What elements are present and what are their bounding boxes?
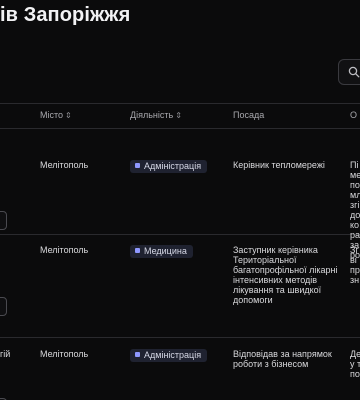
description-cell: Зг ві пр зн (350, 245, 360, 285)
sort-icon[interactable]: ⇕ (65, 111, 72, 120)
activity-badge: Адміністрація (130, 349, 208, 362)
position-cell: Заступник керівника Територіальної багат… (233, 245, 338, 305)
column-header-position: Посада (233, 110, 264, 120)
search-input[interactable] (338, 59, 360, 85)
city-cell: Мелітополь (40, 349, 89, 359)
activity-badge: Медицина (130, 245, 193, 258)
table-header: Місто ⇕ Діяльність ⇕ Посада О (0, 103, 360, 129)
activity-badge-label: Медицина (144, 246, 187, 256)
badge-dot-icon (135, 352, 140, 357)
sort-icon[interactable]: ⇕ (175, 111, 182, 120)
table-row: гій Мелітополь Адміністрація Відповідав … (0, 338, 360, 400)
activity-badge: Адміністрація (130, 160, 208, 173)
page-title: ів Запоріжжя (0, 4, 131, 26)
name-cell: гій (0, 349, 11, 359)
badge-dot-icon (135, 163, 140, 168)
column-header-activity-label: Діяльність (130, 110, 174, 120)
activity-badge-label: Адміністрація (144, 350, 202, 360)
position-cell: Керівник тепломережі (233, 160, 325, 170)
table-row: Мелітополь Адміністрація Керівник теплом… (0, 129, 360, 260)
column-header-description-label: О (350, 110, 358, 120)
city-cell: Мелітополь (40, 245, 89, 255)
column-header-activity[interactable]: Діяльність ⇕ (130, 110, 182, 120)
activity-badge-label: Адміністрація (144, 161, 202, 171)
badge-dot-icon (135, 248, 140, 253)
column-header-city-label: Місто (40, 110, 64, 120)
officials-table: Місто ⇕ Діяльність ⇕ Посада О Мелітополь А… (0, 103, 360, 400)
description-cell: Де у т по (350, 349, 360, 379)
table-row: Мелітополь Медицина Заступник керівника … (0, 235, 360, 338)
column-header-position-label: Посада (233, 110, 265, 120)
row-action-button[interactable] (0, 211, 7, 230)
row-action-button[interactable] (0, 297, 7, 316)
app-viewport: ів Запоріжжя Місто ⇕ Діяльність ⇕ Посада О… (0, 0, 360, 400)
search-icon (348, 66, 360, 78)
position-cell: Відповідав за напрямок роботи з бізнесом (233, 349, 332, 369)
city-cell: Мелітополь (40, 160, 89, 170)
column-header-description: О (350, 110, 357, 120)
column-header-city[interactable]: Місто ⇕ (40, 110, 72, 120)
